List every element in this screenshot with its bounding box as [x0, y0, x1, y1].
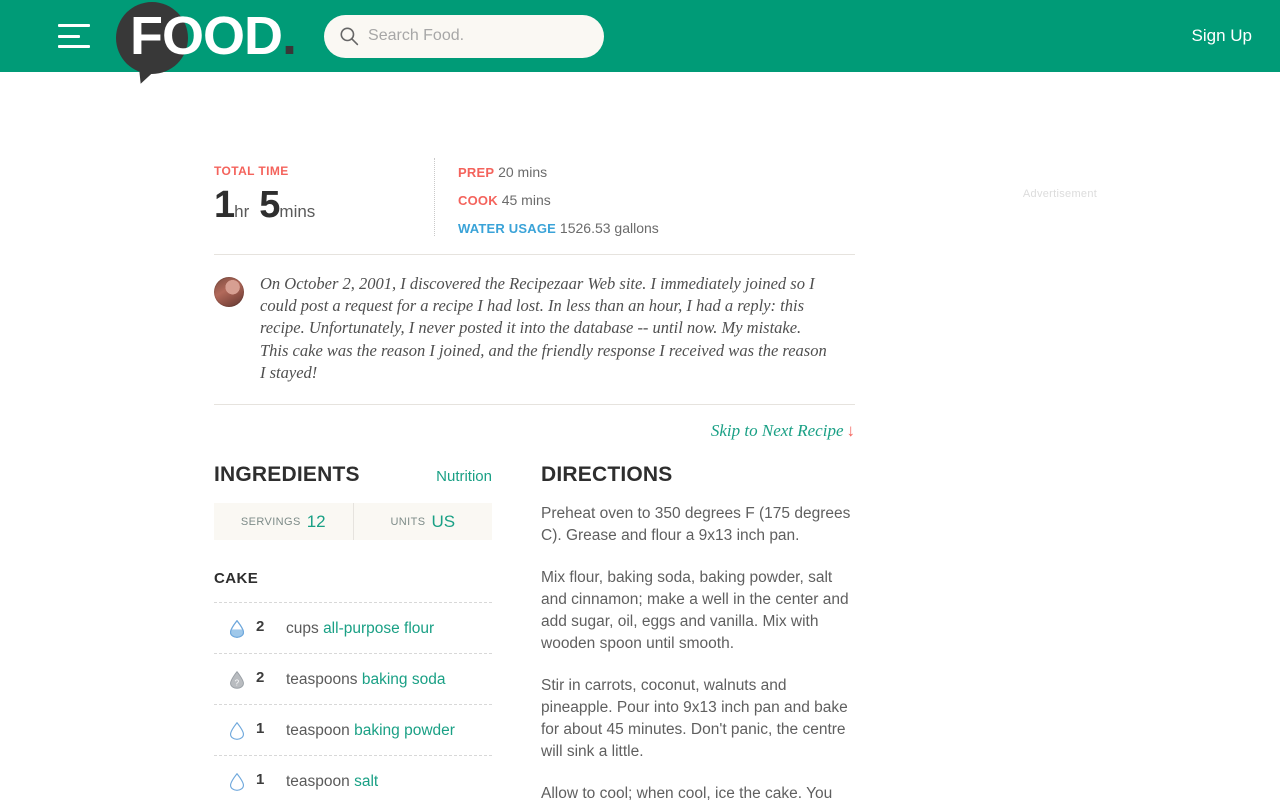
- water-drop-question-icon[interactable]: ?: [226, 670, 248, 690]
- total-time-hours: 1: [214, 184, 235, 226]
- water-usage-label: WATER USAGE: [458, 221, 557, 236]
- cook-time-row: COOK 45 mins: [458, 192, 855, 208]
- author-description-text: On October 2, 2001, I discovered the Rec…: [260, 274, 827, 382]
- site-logo[interactable]: FOOD.: [116, 0, 297, 74]
- ingredients-column: INGREDIENTS Nutrition SERVINGS 12 UNITS …: [214, 463, 492, 800]
- servings-label: SERVINGS: [240, 515, 301, 528]
- hamburger-line-1: [58, 24, 90, 27]
- logo-wordmark: FOOD.: [116, 6, 297, 66]
- direction-step: Allow to cool; when cool, ice the cake. …: [541, 785, 833, 800]
- author-avatar[interactable]: [214, 277, 244, 307]
- ingredients-title: INGREDIENTS: [214, 463, 360, 487]
- ingredient-text: teaspoon baking powder: [286, 720, 492, 741]
- direction-step: Mix flour, baking soda, baking powder, s…: [541, 569, 849, 653]
- directions-header: DIRECTIONS: [541, 463, 856, 487]
- search-container: [324, 14, 605, 58]
- cook-time-label: COOK: [458, 193, 498, 208]
- ingredient-text: teaspoons baking soda: [286, 669, 492, 690]
- hamburger-menu-icon[interactable]: [58, 24, 90, 48]
- ingredient-name[interactable]: baking powder: [354, 722, 455, 739]
- units-value: US: [431, 511, 456, 531]
- total-time-minutes-unit: mins: [279, 202, 316, 221]
- cook-time-value: 45 mins: [501, 192, 551, 208]
- ingredient-row: 2 cups all-purpose flour: [214, 602, 492, 653]
- skip-to-next-recipe-link[interactable]: Skip to Next Recipe ↓: [711, 421, 855, 440]
- ingredient-group-title: CAKE: [214, 570, 259, 588]
- water-drop-filled-icon[interactable]: [226, 619, 248, 639]
- servings-selector[interactable]: SERVINGS 12: [214, 503, 353, 540]
- author-description-block: On October 2, 2001, I discovered the Rec…: [214, 254, 855, 406]
- water-usage-row: WATER USAGE 1526.53 gallons: [458, 220, 855, 236]
- nutrition-link[interactable]: Nutrition: [436, 468, 492, 485]
- ingredient-name[interactable]: salt: [354, 773, 378, 790]
- total-time-value: 1hr 5mins: [214, 184, 434, 227]
- total-time-block: TOTAL TIME 1hr 5mins: [214, 158, 434, 236]
- total-time-minutes: 5: [259, 184, 280, 226]
- advertisement-slot: Advertisement: [900, 158, 1220, 200]
- svg-text:?: ?: [235, 679, 240, 688]
- ingredient-text: cups all-purpose flour: [286, 618, 492, 639]
- ingredient-amount: 1: [256, 771, 265, 789]
- ingredient-unit: teaspoon: [286, 773, 355, 791]
- ingredient-amount: 1: [256, 720, 265, 738]
- logo-text: FOOD: [130, 6, 283, 66]
- direction-step: Preheat oven to 350 degrees F (175 degre…: [541, 505, 851, 545]
- site-header: FOOD. Sign Up: [0, 0, 1280, 74]
- sign-up-button[interactable]: Sign Up: [1188, 20, 1256, 52]
- logo-dot: .: [282, 6, 297, 66]
- recipe-time-bar: TOTAL TIME 1hr 5mins PREP 20 mins COOK 45…: [214, 158, 855, 254]
- water-drop-outline-icon[interactable]: [226, 772, 248, 792]
- ingredient-list: 2 cups all-purpose flour? 2 teaspoons bakin…: [214, 602, 492, 800]
- water-usage-value: 1526.53 gallons: [559, 220, 659, 236]
- total-time-label: TOTAL TIME: [214, 164, 289, 178]
- ingredient-row: 1 teaspoon salt: [214, 755, 492, 800]
- skip-link-label: Skip to Next Recipe: [710, 421, 844, 441]
- ingredient-row: 1 teaspoon baking powder: [214, 704, 492, 755]
- prep-time-value: 20 mins: [498, 164, 548, 180]
- ingredient-amount: 2: [256, 618, 265, 636]
- ingredient-unit: teaspoons: [286, 671, 362, 689]
- ingredient-unit: teaspoon: [286, 722, 355, 740]
- servings-value: 12: [306, 511, 326, 531]
- ingredient-text: teaspoon salt: [286, 771, 492, 792]
- direction-step: Stir in carrots, coconut, walnuts and pi…: [541, 677, 848, 761]
- advertisement-label: Advertisement: [1022, 188, 1098, 200]
- recipe-content: TOTAL TIME 1hr 5mins PREP 20 mins COOK 45…: [214, 158, 855, 800]
- ingredient-name[interactable]: baking soda: [362, 671, 446, 688]
- prep-time-row: PREP 20 mins: [458, 164, 855, 180]
- units-label: UNITS: [390, 515, 426, 528]
- water-drop-outline-icon[interactable]: [226, 721, 248, 741]
- directions-title: DIRECTIONS: [541, 463, 673, 487]
- recipe-columns: INGREDIENTS Nutrition SERVINGS 12 UNITS …: [214, 463, 855, 800]
- down-arrow-icon: ↓: [846, 421, 856, 441]
- hamburger-line-3: [58, 45, 90, 48]
- servings-units-bar: SERVINGS 12 UNITS US: [214, 503, 493, 541]
- ingredients-header: INGREDIENTS Nutrition: [214, 463, 492, 487]
- ingredient-row: ? 2 teaspoons baking soda: [214, 653, 492, 704]
- directions-list: Preheat oven to 350 degrees F (175 degre…: [541, 503, 856, 800]
- skip-to-next-recipe-row: Skip to Next Recipe ↓: [214, 405, 855, 463]
- units-selector[interactable]: UNITS US: [352, 503, 493, 541]
- search-input[interactable]: [324, 14, 605, 58]
- prep-time-label: PREP: [458, 165, 495, 180]
- hamburger-line-2: [58, 34, 80, 38]
- ingredient-name[interactable]: all-purpose flour: [323, 620, 434, 637]
- directions-column: DIRECTIONS Preheat oven to 350 degrees F…: [541, 463, 856, 800]
- ingredient-amount: 2: [256, 669, 265, 687]
- total-time-hours-unit: hr: [234, 202, 250, 221]
- time-details-block: PREP 20 mins COOK 45 mins WATER USAGE 15…: [434, 158, 855, 236]
- ingredient-unit: cups: [286, 620, 324, 638]
